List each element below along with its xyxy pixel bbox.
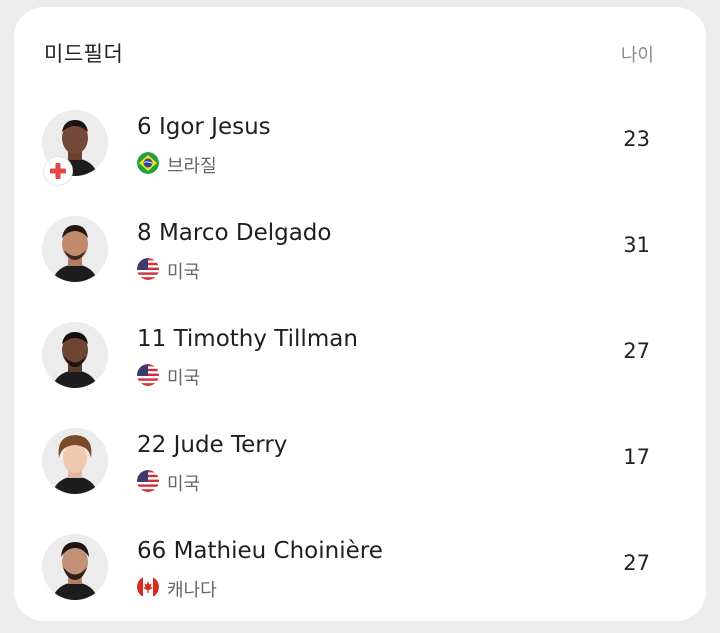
usa-flag-icon	[137, 470, 159, 492]
player-avatar	[42, 534, 108, 600]
player-name: 6 Igor Jesus	[137, 114, 271, 140]
usa-flag-icon	[137, 258, 159, 280]
player-row[interactable]: 11 Timothy Tillman 미국 27	[14, 304, 706, 410]
player-row[interactable]: 8 Marco Delgado 미국 31	[14, 198, 706, 304]
player-age: 27	[623, 339, 650, 363]
player-name: 66 Mathieu Choinière	[137, 538, 383, 564]
country-label: 브라질	[167, 156, 217, 177]
country-label: 캐나다	[167, 580, 217, 601]
player-row[interactable]: 66 Mathieu Choinière 캐나다 27	[14, 516, 706, 622]
player-row[interactable]: 22 Jude Terry 미국 17	[14, 410, 706, 516]
country-label: 미국	[167, 368, 201, 389]
player-avatar	[42, 428, 108, 494]
player-avatar	[42, 322, 108, 388]
player-age: 31	[623, 233, 650, 257]
player-age: 27	[623, 551, 650, 575]
player-name: 22 Jude Terry	[137, 432, 288, 458]
player-age: 23	[623, 127, 650, 151]
section-title: 미드필더	[44, 42, 124, 66]
player-name: 11 Timothy Tillman	[137, 326, 358, 352]
player-row[interactable]: 6 Igor Jesus 브라질 23	[14, 92, 706, 198]
canada-flag-icon	[137, 576, 159, 598]
country-label: 미국	[167, 474, 201, 495]
country-label: 미국	[167, 262, 201, 283]
usa-flag-icon	[137, 364, 159, 386]
player-age: 17	[623, 445, 650, 469]
brazil-flag-icon	[137, 152, 159, 174]
age-column-header: 나이	[620, 45, 654, 66]
injury-icon	[44, 157, 72, 185]
midfielders-card: 미드필더 나이 6 Igor Jesus 브라질 23 8 Marco Delg…	[14, 7, 706, 621]
player-avatar	[42, 216, 108, 282]
card-header: 미드필더 나이	[14, 7, 706, 95]
player-name: 8 Marco Delgado	[137, 220, 332, 246]
